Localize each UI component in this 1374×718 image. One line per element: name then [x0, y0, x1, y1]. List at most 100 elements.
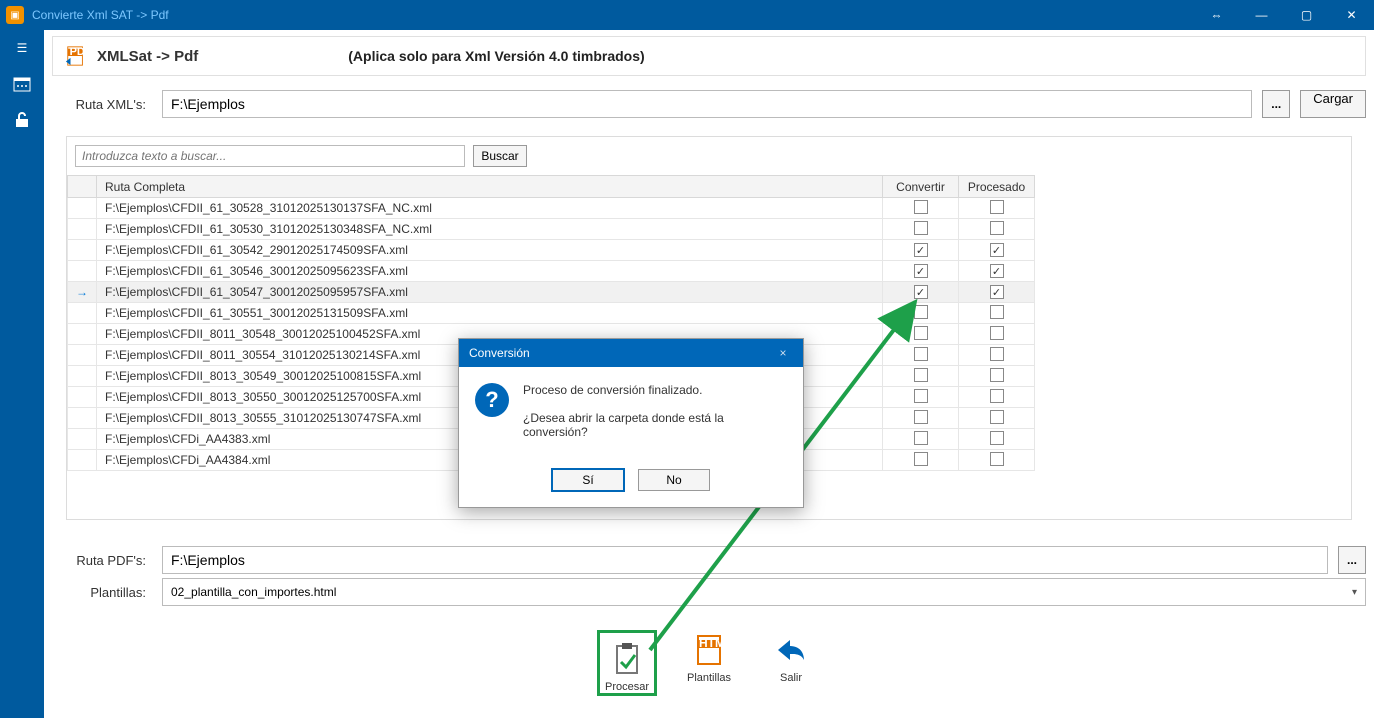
cell-convertir[interactable]	[883, 408, 959, 429]
cell-convertir[interactable]: ✓	[883, 282, 959, 303]
sidebar: ☰	[0, 30, 44, 718]
cell-convertir[interactable]	[883, 324, 959, 345]
browse-pdf-button[interactable]: ...	[1338, 546, 1366, 574]
dialog-close-button[interactable]: ×	[773, 346, 793, 360]
table-row[interactable]: F:\Ejemplos\CFDII_61_30542_2901202517450…	[68, 240, 1035, 261]
ruta-xml-input[interactable]: F:\Ejemplos	[162, 90, 1252, 118]
cell-path: F:\Ejemplos\CFDII_61_30530_3101202513034…	[97, 219, 883, 240]
cell-procesado[interactable]	[959, 219, 1035, 240]
search-input[interactable]	[75, 145, 465, 167]
dialog-line1: Proceso de conversión finalizado.	[523, 383, 787, 397]
calendar-icon[interactable]	[7, 72, 37, 96]
cell-procesado[interactable]	[959, 366, 1035, 387]
plantillas-tool-label: Plantillas	[687, 672, 731, 684]
cell-convertir[interactable]	[883, 303, 959, 324]
dialog-no-button[interactable]: No	[638, 469, 710, 491]
resize-drag-icon[interactable]: ⇔	[1194, 0, 1239, 30]
ruta-xml-label: Ruta XML's:	[52, 97, 152, 112]
table-row[interactable]: F:\Ejemplos\CFDII_61_30546_3001202509562…	[68, 261, 1035, 282]
row-marker	[68, 198, 97, 219]
page-title: XMLSat -> Pdf	[97, 48, 198, 65]
table-row[interactable]: →F:\Ejemplos\CFDII_61_30547_300120250959…	[68, 282, 1035, 303]
cell-path: F:\Ejemplos\CFDII_61_30542_2901202517450…	[97, 240, 883, 261]
app-icon: ▣	[6, 6, 24, 24]
col-procesado[interactable]: Procesado	[959, 176, 1035, 198]
cell-procesado[interactable]: ✓	[959, 240, 1035, 261]
dialog-yes-button[interactable]: Sí	[552, 469, 624, 491]
plantillas-button[interactable]: HTML Plantillas	[679, 630, 739, 696]
cell-procesado[interactable]	[959, 303, 1035, 324]
cell-procesado[interactable]	[959, 450, 1035, 471]
maximize-button[interactable]: ▢	[1284, 0, 1329, 30]
ruta-pdf-input[interactable]: F:\Ejemplos	[162, 546, 1328, 574]
chevron-down-icon: ▾	[1352, 587, 1357, 598]
row-marker	[68, 366, 97, 387]
cell-convertir[interactable]	[883, 429, 959, 450]
cell-convertir[interactable]: ✓	[883, 261, 959, 282]
menu-icon[interactable]: ☰	[7, 36, 37, 60]
svg-text:HTML: HTML	[699, 636, 724, 650]
cell-procesado[interactable]	[959, 429, 1035, 450]
cell-path: F:\Ejemplos\CFDII_61_30546_3001202509562…	[97, 261, 883, 282]
salir-button[interactable]: Salir	[761, 630, 821, 696]
dialog-line2: ¿Desea abrir la carpeta donde está la co…	[523, 411, 787, 439]
procesar-label: Procesar	[605, 681, 649, 693]
close-button[interactable]: ✕	[1329, 0, 1374, 30]
browse-xml-button[interactable]: ...	[1262, 90, 1290, 118]
cell-convertir[interactable]	[883, 387, 959, 408]
page-subtitle: (Aplica solo para Xml Versión 4.0 timbra…	[348, 48, 644, 64]
plantillas-label: Plantillas:	[52, 585, 152, 600]
salir-label: Salir	[780, 672, 802, 684]
row-marker	[68, 450, 97, 471]
question-icon: ?	[475, 383, 509, 417]
cell-path: F:\Ejemplos\CFDII_61_30551_3001202513150…	[97, 303, 883, 324]
row-marker	[68, 219, 97, 240]
row-marker	[68, 345, 97, 366]
cell-convertir[interactable]: ✓	[883, 240, 959, 261]
cell-path: F:\Ejemplos\CFDII_61_30528_3101202513013…	[97, 198, 883, 219]
cell-procesado[interactable]: ✓	[959, 261, 1035, 282]
back-arrow-icon	[769, 630, 813, 670]
cell-procesado[interactable]	[959, 324, 1035, 345]
page-header: PDF XMLSat -> Pdf (Aplica solo para Xml …	[52, 36, 1366, 76]
row-marker	[68, 408, 97, 429]
cell-procesado[interactable]	[959, 408, 1035, 429]
row-marker	[68, 324, 97, 345]
cargar-button[interactable]: Cargar	[1300, 90, 1366, 118]
ruta-pdf-label: Ruta PDF's:	[52, 553, 152, 568]
clipboard-check-icon	[605, 639, 649, 679]
cell-procesado[interactable]	[959, 387, 1035, 408]
plantillas-value: 02_plantilla_con_importes.html	[171, 585, 336, 599]
svg-text:PDF: PDF	[70, 46, 87, 58]
row-marker	[68, 240, 97, 261]
cell-procesado[interactable]: ✓	[959, 282, 1035, 303]
table-row[interactable]: F:\Ejemplos\CFDII_61_30551_3001202513150…	[68, 303, 1035, 324]
cell-convertir[interactable]	[883, 219, 959, 240]
table-row[interactable]: F:\Ejemplos\CFDII_61_30530_3101202513034…	[68, 219, 1035, 240]
cell-procesado[interactable]	[959, 345, 1035, 366]
row-marker: →	[68, 282, 97, 303]
cell-path: F:\Ejemplos\CFDII_61_30547_3001202509595…	[97, 282, 883, 303]
search-button[interactable]: Buscar	[473, 145, 527, 167]
col-ruta[interactable]: Ruta Completa	[97, 176, 883, 198]
cell-procesado[interactable]	[959, 198, 1035, 219]
cell-convertir[interactable]	[883, 450, 959, 471]
window-title: Convierte Xml SAT -> Pdf	[32, 8, 169, 22]
unlock-icon[interactable]	[7, 108, 37, 132]
row-marker	[68, 261, 97, 282]
pdf-icon: PDF	[65, 45, 87, 67]
cell-convertir[interactable]	[883, 345, 959, 366]
cell-convertir[interactable]	[883, 366, 959, 387]
dialog-title: Conversión	[469, 346, 530, 360]
row-marker	[68, 303, 97, 324]
conversion-dialog: Conversión × ? Proceso de conversión fin…	[458, 338, 804, 508]
col-marker	[68, 176, 97, 198]
table-row[interactable]: F:\Ejemplos\CFDII_61_30528_3101202513013…	[68, 198, 1035, 219]
col-convertir[interactable]: Convertir	[883, 176, 959, 198]
row-marker	[68, 429, 97, 450]
procesar-button[interactable]: Procesar	[597, 630, 657, 696]
minimize-button[interactable]: —	[1239, 0, 1284, 30]
plantillas-select[interactable]: 02_plantilla_con_importes.html ▾	[162, 578, 1366, 606]
html-template-icon: HTML	[687, 630, 731, 670]
cell-convertir[interactable]	[883, 198, 959, 219]
